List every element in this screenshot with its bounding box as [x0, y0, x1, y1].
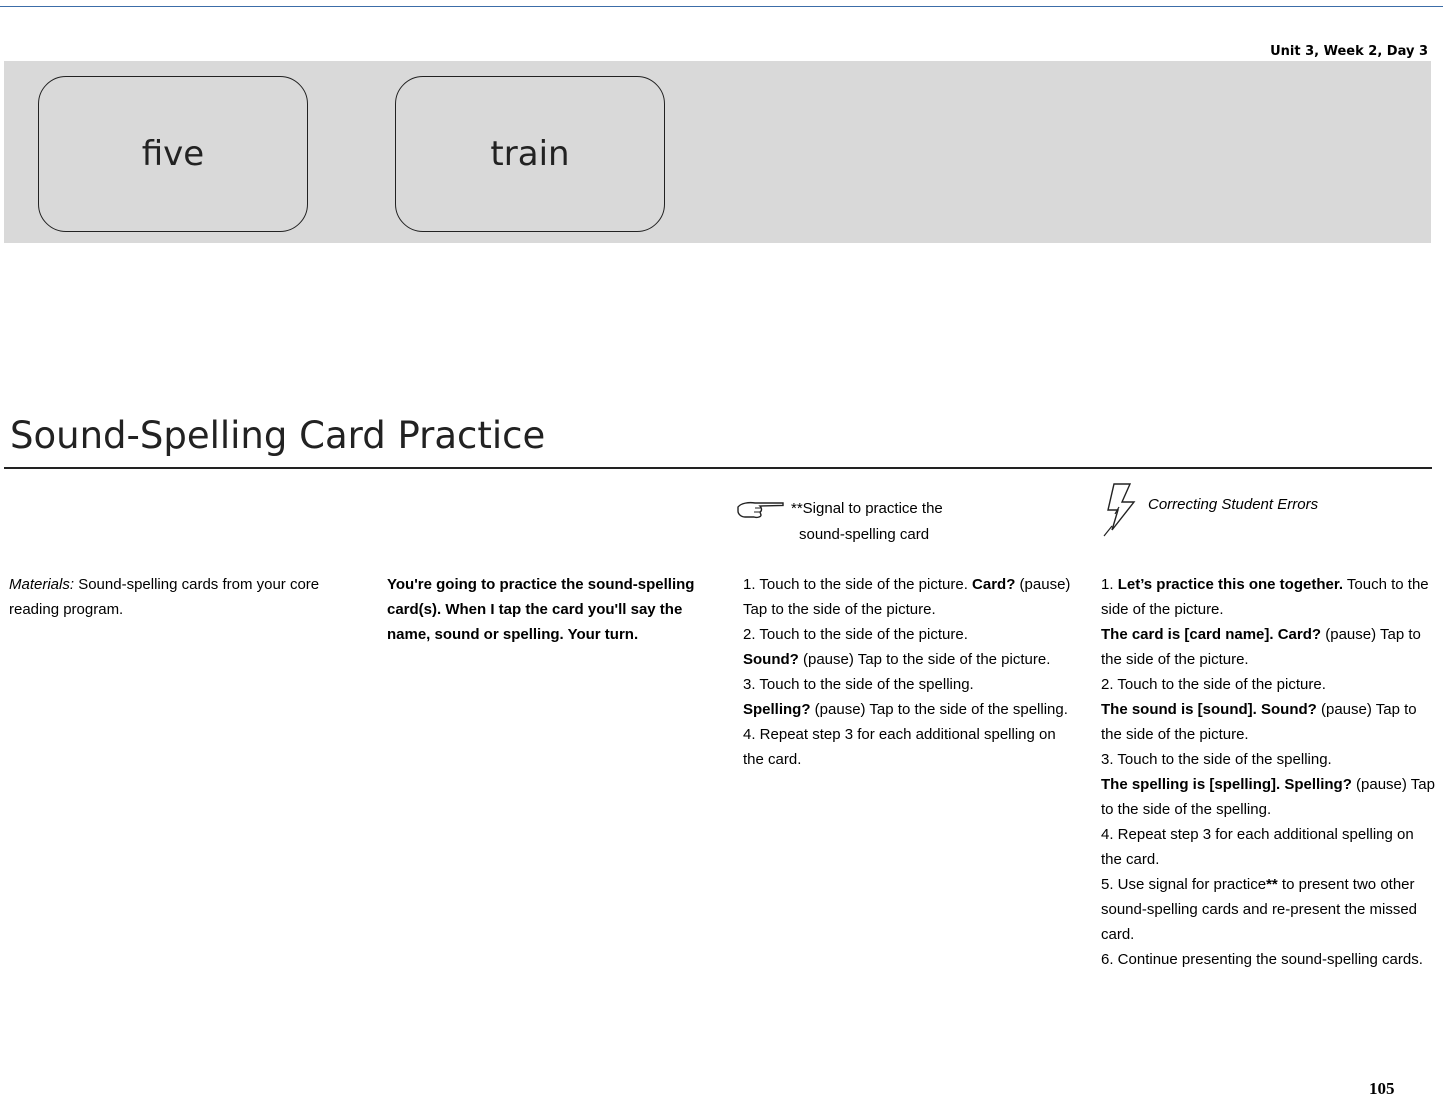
correction-step-1: 1. Let’s practice this one together. Tou… [1101, 576, 1429, 668]
correction-step-4: 4. Repeat step 3 for each additional spe… [1101, 826, 1414, 868]
correction-step-2: 2. Touch to the side of the picture. The … [1101, 676, 1417, 743]
lightning-icon [1103, 483, 1136, 537]
title-rule [4, 467, 1432, 469]
corrections-column: 1. Let’s practice this one together. Tou… [1101, 572, 1436, 972]
materials-column: Materials: Sound-spelling cards from you… [9, 572, 354, 622]
correction-step-6: 6. Continue presenting the sound-spellin… [1101, 951, 1423, 968]
word-card-train: train [395, 76, 665, 232]
card-display-band: five train [4, 61, 1431, 243]
word-card-five: five [38, 76, 308, 232]
signal-step-1: 1. Touch to the side of the picture. Car… [743, 576, 1071, 618]
signal-step-3: 3. Touch to the side of the spelling. Spe… [743, 676, 1068, 718]
top-rule [0, 6, 1443, 7]
signal-heading: **Signal to practice the sound-spelling … [735, 496, 1055, 546]
signal-heading-line-1: **Signal to practice the [791, 500, 943, 517]
unit-label: Unit 3, Week 2, Day 3 [1270, 44, 1428, 59]
teacher-script-column: You're going to practice the sound-spell… [387, 572, 707, 647]
page-title: Sound-Spelling Card Practice [10, 414, 546, 457]
materials-label: Materials: [9, 576, 75, 593]
signal-step-4: 4. Repeat step 3 for each additional spe… [743, 726, 1056, 768]
page-number: 105 [1369, 1079, 1395, 1098]
corrections-heading: Correcting Student Errors [1100, 482, 1430, 538]
pointing-hand-icon [737, 501, 784, 519]
teacher-script: You're going to practice the sound-spell… [387, 576, 695, 643]
signal-step-2: 2. Touch to the side of the picture. Soun… [743, 626, 1051, 668]
signal-heading-line-2: sound-spelling card [799, 526, 930, 543]
signal-steps-column: 1. Touch to the side of the picture. Car… [743, 572, 1073, 772]
correction-step-3: 3. Touch to the side of the spelling. The… [1101, 751, 1435, 818]
corrections-heading-text: Correcting Student Errors [1148, 496, 1319, 513]
correction-step-5: 5. Use signal for practice** to present … [1101, 876, 1418, 943]
